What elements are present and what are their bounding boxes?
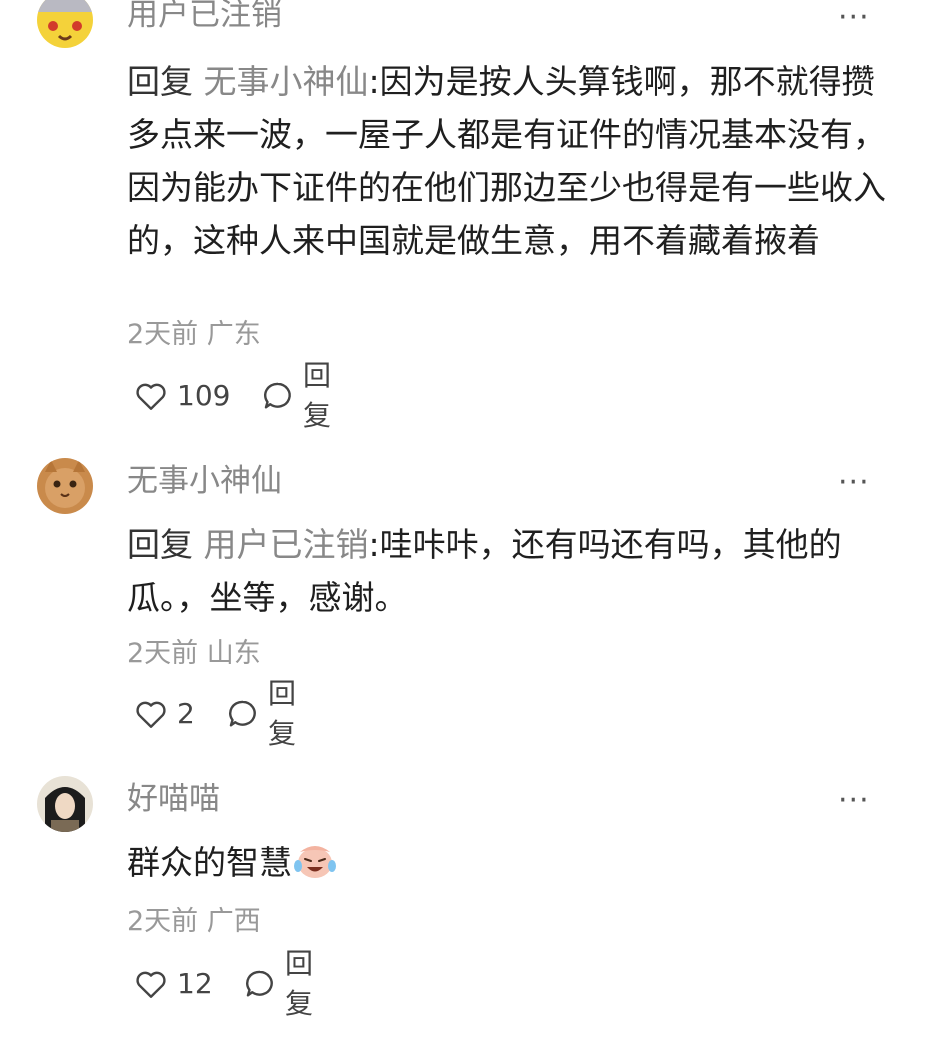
reply-button[interactable]: 回复 [226,677,296,750]
reply-word: 回复 [127,525,193,564]
comment-meta: 2天前 山东 [127,637,261,671]
reply-button[interactable]: 回复 [243,947,313,1020]
comment-body: 群众的智慧 [127,843,292,882]
like-count: 2 [177,697,195,730]
more-dots-icon[interactable]: ··· [838,786,870,816]
username[interactable]: 好喵喵 [127,779,220,819]
speech-bubble-icon [226,697,260,731]
comment-text: 回复 用户已注销:哇咔咔，还有吗还有吗，其他的瓜。，坐等，感谢。 [127,518,887,624]
reply-separator: : [368,525,380,564]
crying-laughing-emoji [294,842,336,895]
reply-separator: : [368,62,380,101]
username[interactable]: 无事小神仙 [127,461,282,501]
more-dots-icon[interactable]: ··· [838,3,870,33]
avatar[interactable] [37,0,93,48]
speech-bubble-icon [243,967,277,1001]
reply-target-user[interactable]: 用户已注销 [204,525,369,564]
reply-label: 回复 [285,947,314,1020]
like-count: 109 [177,379,231,412]
reply-label: 回复 [268,677,297,750]
heart-outline-icon [133,378,169,414]
more-dots-icon[interactable]: ··· [838,468,870,498]
comment-text: 群众的智慧 [127,836,887,895]
like-count: 12 [177,967,213,1000]
comment-meta: 2天前 广东 [127,318,261,352]
speech-bubble-icon [261,379,295,413]
reply-word: 回复 [127,62,193,101]
comment-text: 回复 无事小神仙:因为是按人头算钱啊，那不就得攒多点来一波，一屋子人都是有证件的… [127,55,887,267]
username[interactable]: 用户已注销 [127,0,282,35]
like-button[interactable]: 2 [133,694,195,734]
comment-meta: 2天前 广西 [127,905,261,939]
reply-target-user[interactable]: 无事小神仙 [204,62,369,101]
heart-outline-icon [133,696,169,732]
comment-location: 广西 [206,906,261,937]
comment-location: 山东 [206,638,261,669]
reply-label: 回复 [303,359,332,432]
like-button[interactable]: 109 [133,376,230,416]
comment-time: 2天前 [127,906,199,937]
comment-time: 2天前 [127,319,199,350]
like-button[interactable]: 12 [133,964,213,1004]
avatar[interactable] [37,458,93,514]
heart-outline-icon [133,966,169,1002]
avatar[interactable] [37,776,93,832]
reply-button[interactable]: 回复 [261,359,331,432]
comment-location: 广东 [206,319,261,350]
comment-time: 2天前 [127,638,199,669]
